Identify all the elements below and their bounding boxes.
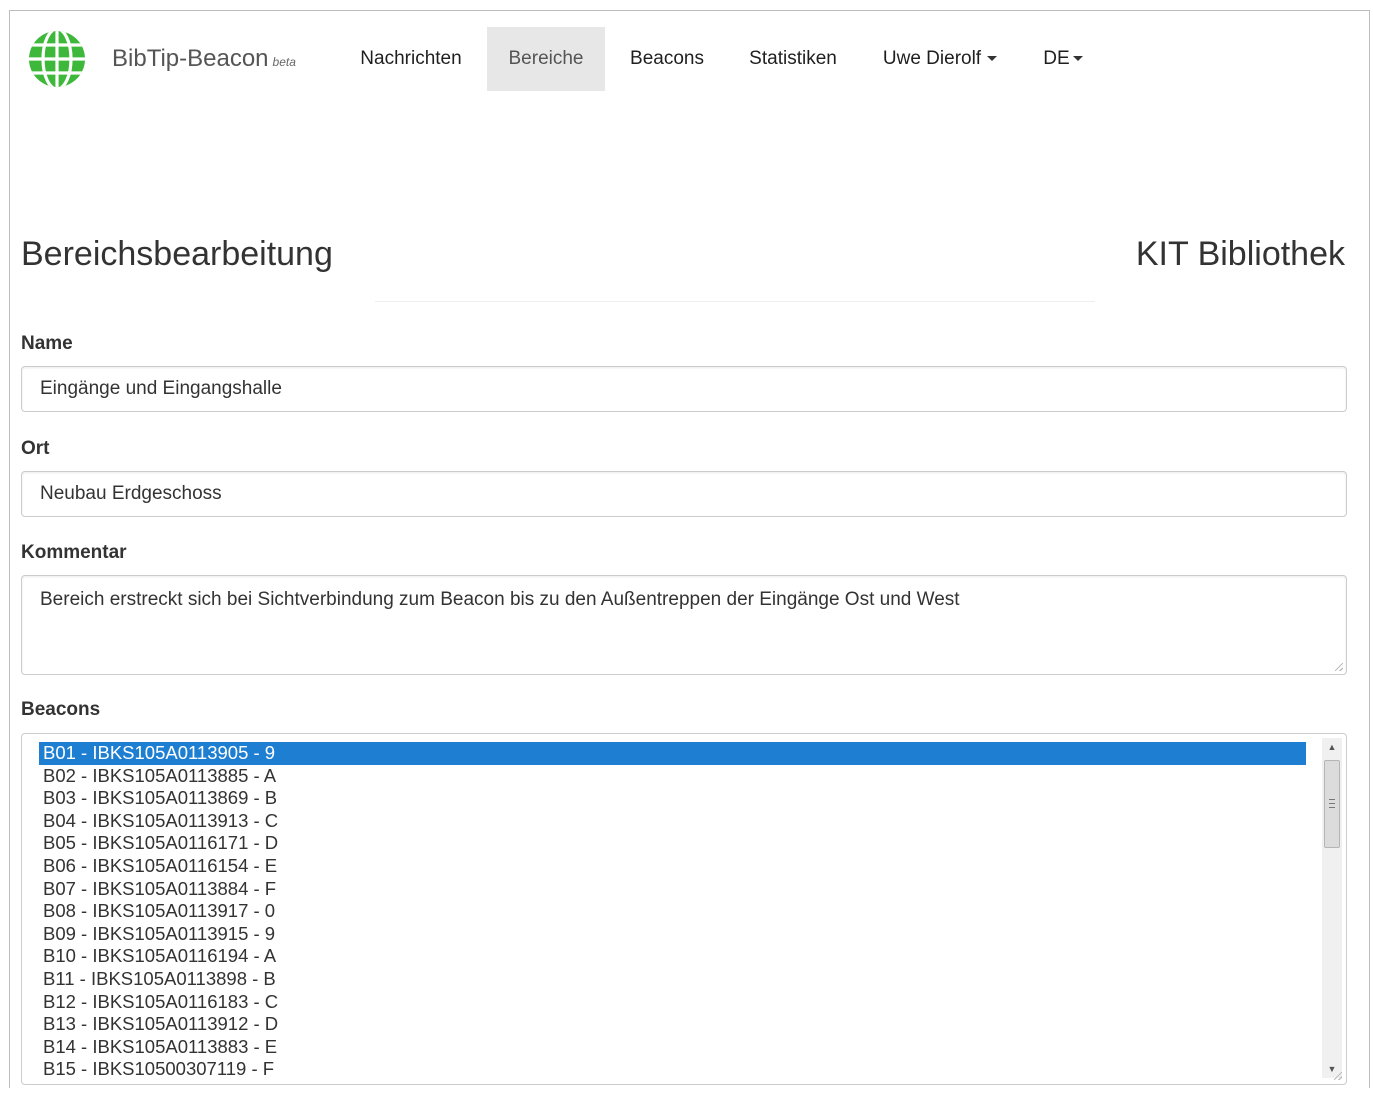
page-title: Bereichsbearbeitung (21, 235, 333, 273)
nav-messages-label: Nachrichten (360, 48, 462, 69)
nav-language-dropdown[interactable]: DE (1030, 27, 1096, 91)
grip-icon (1329, 799, 1335, 809)
nav-user-label: Uwe Dierolf (882, 48, 982, 69)
scroll-up-icon[interactable]: ▲ (1322, 738, 1342, 756)
comment-textarea[interactable]: Bereich erstreckt sich bei Sichtverbindu… (21, 575, 1347, 675)
nav-user-dropdown[interactable]: Uwe Dierolf (868, 27, 1012, 91)
resize-grip-icon[interactable] (1334, 1072, 1342, 1080)
nav-statistics[interactable]: Statistiken (735, 27, 851, 91)
beacon-option[interactable]: B15 - IBKS10500307119 - F (39, 1058, 1306, 1081)
beacon-option[interactable]: B14 - IBKS105A0113883 - E (39, 1036, 1306, 1059)
beacon-option[interactable]: B06 - IBKS105A0116154 - E (39, 855, 1306, 878)
brand-beta-tag: beta (272, 55, 296, 69)
beacon-option[interactable]: B01 - IBKS105A0113905 - 9 (39, 742, 1306, 765)
app-frame: BibTip-Beacon beta Nachrichten Bereiche B… (9, 10, 1370, 1088)
nav-language-label: DE (1043, 48, 1070, 69)
beacon-option[interactable]: B02 - IBKS105A0113885 - A (39, 765, 1306, 788)
scroll-thumb[interactable] (1324, 760, 1340, 848)
nav-areas[interactable]: Bereiche (487, 27, 605, 91)
brand-name: BibTip-Beacon (112, 45, 269, 72)
nav-beacons-label: Beacons (630, 48, 704, 69)
comment-wrapper: Bereich erstreckt sich bei Sichtverbindu… (21, 575, 1347, 675)
nav-messages[interactable]: Nachrichten (346, 27, 476, 91)
globe-icon[interactable] (27, 29, 87, 89)
nav-statistics-label: Statistiken (749, 48, 837, 69)
beacon-list-scrollbar[interactable]: ▲ ▼ (1322, 738, 1342, 1078)
beacon-option[interactable]: B10 - IBKS105A0116194 - A (39, 945, 1306, 968)
name-input[interactable] (21, 366, 1347, 412)
location-input[interactable] (21, 471, 1347, 517)
header-divider (375, 301, 1095, 302)
chevron-down-icon (987, 56, 998, 62)
chevron-down-icon (1072, 56, 1083, 62)
resize-grip-icon[interactable] (1335, 663, 1343, 671)
comment-label: Kommentar (21, 542, 127, 563)
beacon-option[interactable]: B03 - IBKS105A0113869 - B (39, 787, 1306, 810)
beacon-option[interactable]: B09 - IBKS105A0113915 - 9 (39, 923, 1306, 946)
library-name: KIT Bibliothek (1135, 235, 1345, 273)
brand[interactable]: BibTip-Beacon beta (112, 45, 296, 73)
beacon-option[interactable]: B13 - IBKS105A0113912 - D (39, 1013, 1306, 1036)
beacon-option[interactable]: B11 - IBKS105A0113898 - B (39, 968, 1306, 991)
beacon-multiselect[interactable]: B01 - IBKS105A0113905 - 9 B02 - IBKS105A0… (21, 733, 1347, 1085)
location-label: Ort (21, 438, 50, 459)
name-label: Name (21, 333, 73, 354)
beacon-option[interactable]: B05 - IBKS105A0116171 - D (39, 832, 1306, 855)
beacon-options: B01 - IBKS105A0113905 - 9 B02 - IBKS105A0… (39, 742, 1306, 1081)
navbar: BibTip-Beacon beta Nachrichten Bereiche B… (10, 27, 1369, 91)
beacon-option[interactable]: B12 - IBKS105A0116183 - C (39, 991, 1306, 1014)
nav-areas-label: Bereiche (508, 48, 584, 69)
beacon-option[interactable]: B08 - IBKS105A0113917 - 0 (39, 900, 1306, 923)
beacons-label: Beacons (21, 699, 101, 720)
beacon-option[interactable]: B07 - IBKS105A0113884 - F (39, 878, 1306, 901)
nav-beacons[interactable]: Beacons (616, 27, 718, 91)
beacon-option[interactable]: B04 - IBKS105A0113913 - C (39, 810, 1306, 833)
